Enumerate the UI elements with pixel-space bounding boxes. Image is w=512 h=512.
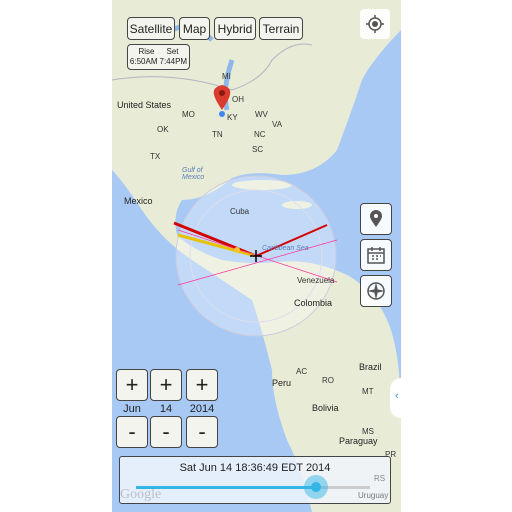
label-region: NC [254,130,266,139]
calendar-icon [367,247,385,264]
map-button[interactable]: Map [179,17,210,40]
time-slider-thumb[interactable] [304,475,329,499]
year-plus-button[interactable]: + [186,369,218,401]
rise-label: Rise [138,47,155,56]
label-mexico: Mexico [124,196,153,206]
label-region: MI [222,72,231,81]
compass-button[interactable] [360,275,392,307]
datetime-label: Sat Jun 14 18:36:49 EDT 2014 [179,462,331,474]
side-drawer-handle[interactable]: ‹ [390,378,401,418]
label-region: VA [272,120,283,129]
compass-icon [367,282,385,300]
year-value: 2014 [189,403,215,415]
day-minus-button[interactable]: - [150,416,182,448]
label-region: OH [232,95,244,104]
day-plus-button[interactable]: + [150,369,182,401]
label-region: KY [227,113,238,122]
label-region: RS [374,474,386,483]
hybrid-button[interactable]: Hybrid [214,17,256,40]
label-colombia: Colombia [294,298,333,308]
year-minus-button[interactable]: - [186,416,218,448]
label-region: SC [252,145,264,154]
rise-time: 6:50AM [129,57,158,66]
label-region: OK [157,125,169,134]
location-pin-icon [370,210,382,227]
label-region: MO [182,110,195,119]
location-button[interactable] [360,203,392,235]
my-location-icon [366,15,384,33]
label-cuba: Cuba [230,207,250,216]
time-slider[interactable] [136,475,370,499]
label-region: TN [212,130,223,139]
label-brazil: Brazil [359,362,382,372]
satellite-button[interactable]: Satellite [127,17,175,40]
label-region: WV [255,110,268,119]
label-region: MT [362,387,374,396]
time-slider-fill [136,486,317,489]
sun-times-box: Rise Set 6:50AM 7:44PM [127,44,190,70]
month-plus-button[interactable]: + [116,369,148,401]
label-region: RO [322,376,334,385]
label-region: MS [362,427,374,436]
map-view[interactable]: United States Mexico Cuba Venezuela Colo… [112,0,401,512]
label-united-states: United States [117,100,172,110]
time-panel: Sat Jun 14 18:36:49 EDT 2014 Google [119,456,391,504]
set-label: Set [166,47,179,56]
label-region: TX [150,152,161,161]
google-watermark: Google [120,487,162,502]
day-value: 14 [159,403,173,415]
month-minus-button[interactable]: - [116,416,148,448]
label-bolivia: Bolivia [312,403,339,413]
label-uruguay: Uruguay [358,491,389,500]
set-time: 7:44PM [159,57,188,66]
label-caribbean-sea: Caribbean Sea [262,245,309,252]
calendar-button[interactable] [360,239,392,271]
current-location-dot [219,111,225,117]
label-venezuela: Venezuela [297,276,335,285]
label-region: AC [296,367,308,376]
my-location-button[interactable] [360,9,390,39]
terrain-button[interactable]: Terrain [259,17,303,40]
label-peru: Peru [272,378,292,388]
label-paraguay: Paraguay [339,436,378,446]
label-gulf-of-mexico: Gulf of Mexico [182,167,205,181]
